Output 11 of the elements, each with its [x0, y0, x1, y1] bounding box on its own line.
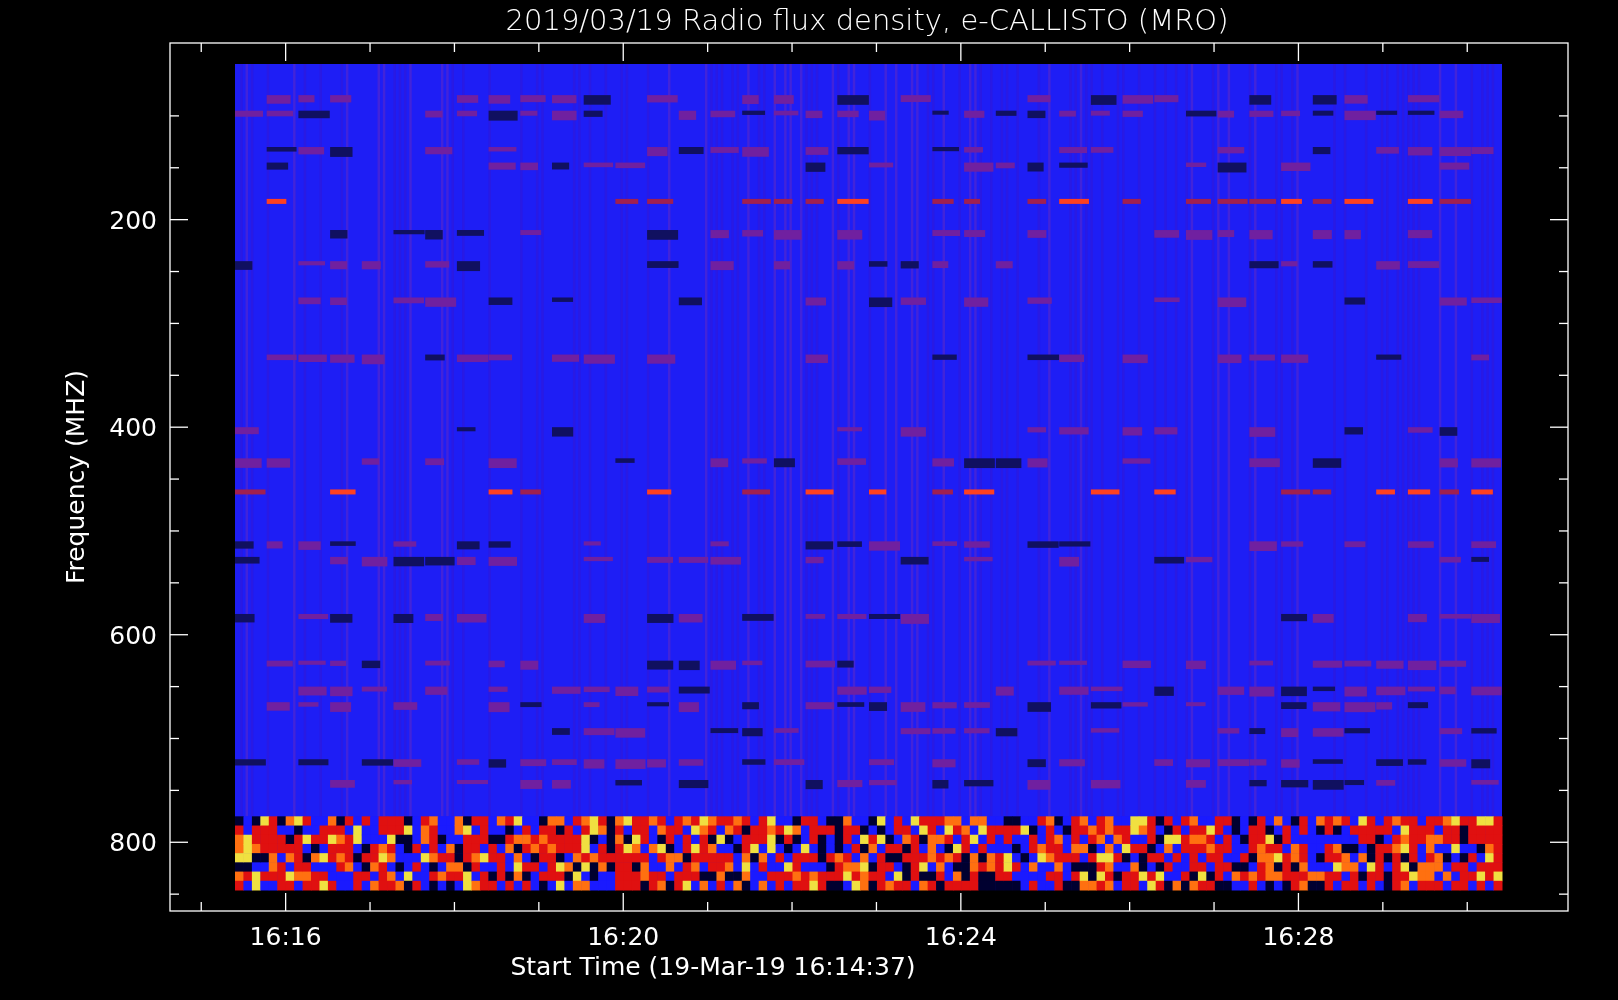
- x-tick-label: 16:16: [249, 922, 322, 951]
- x-tick-label: 16:24: [924, 922, 997, 951]
- x-axis-label: Start Time (19-Mar-19 16:14:37): [510, 952, 916, 981]
- y-axis-label: Frequency (MHZ): [61, 369, 90, 585]
- y-tick-label: 600: [109, 620, 157, 650]
- y-tick-label: 200: [109, 205, 157, 235]
- y-tick-label: 800: [109, 828, 157, 858]
- x-tick-label: 16:28: [1262, 922, 1335, 951]
- y-tick-label: 400: [109, 413, 157, 443]
- chart-title: 2019/03/19 Radio flux density, e-CALLISTO (MRO): [505, 3, 1229, 37]
- x-tick-label: 16:20: [587, 922, 660, 951]
